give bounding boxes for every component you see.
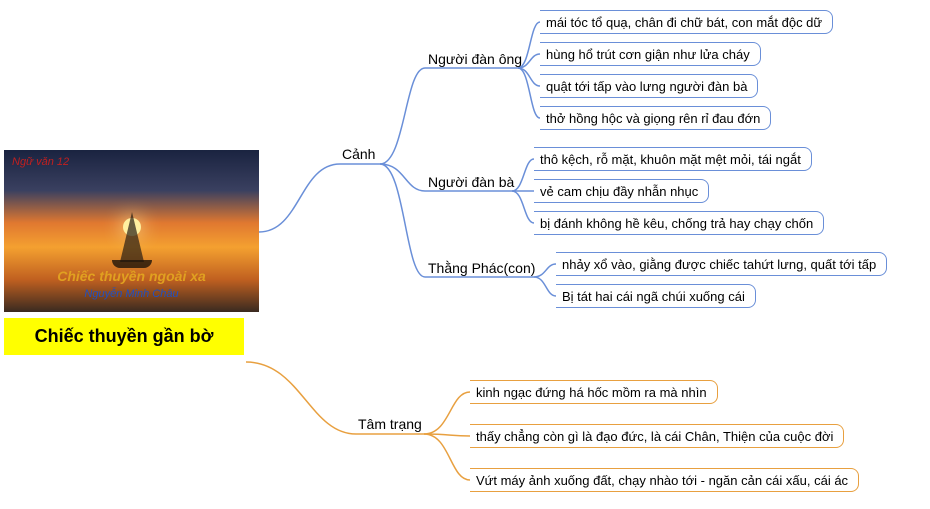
sub-phac-label: Thằng Phác(con) [428,260,535,276]
leaf-phac-1: Bị tát hai cái ngã chúi xuống cái [556,284,756,308]
leaf-ba-2: bị đánh không hề kêu, chống trả hay chạy… [534,211,824,235]
leaf-ong-0: mái tóc tổ quạ, chân đi chữ bát, con mắt… [540,10,833,34]
sub-ong-label: Người đàn ông [428,51,522,67]
leaf-ba-0: thô kệch, rỗ mặt, khuôn mặt mệt mỏi, tái… [534,147,812,171]
root-title: Chiếc thuyền gần bờ [4,318,244,355]
root-image: Ngữ văn 12 Chiếc thuyền ngoài xa Nguyễn … [4,150,259,312]
sub-ba-label: Người đàn bà [428,174,514,190]
leaf-ong-1: hùng hổ trút cơn giận như lửa cháy [540,42,761,66]
leaf-phac-0: nhảy xổ vào, giằng được chiếc tahứt lưng… [556,252,887,276]
image-topleft: Ngữ văn 12 [12,156,69,168]
branch-tamtrang-label: Tâm trạng [358,416,422,432]
hull-icon [112,260,152,268]
image-title: Chiếc thuyền ngoài xa [4,268,259,284]
leaf-ba-1: vẻ cam chịu đầy nhẫn nhục [534,179,709,203]
root-block: Ngữ văn 12 Chiếc thuyền ngoài xa Nguyễn … [4,150,259,355]
leaf-ong-2: quật tới tấp vào lưng người đàn bà [540,74,758,98]
leaf-tt-2: Vứt máy ảnh xuống đất, chạy nhào tới - n… [470,468,859,492]
branch-canh-label: Cảnh [342,146,375,162]
leaf-tt-0: kinh ngạc đứng há hốc mồm ra mà nhìn [470,380,718,404]
sailboat-icon [120,212,144,262]
image-subtitle: Nguyễn Minh Châu [4,288,259,300]
leaf-tt-1: thấy chẳng còn gì là đạo đức, là cái Châ… [470,424,844,448]
leaf-ong-3: thở hồng hộc và giọng rên rỉ đau đớn [540,106,771,130]
